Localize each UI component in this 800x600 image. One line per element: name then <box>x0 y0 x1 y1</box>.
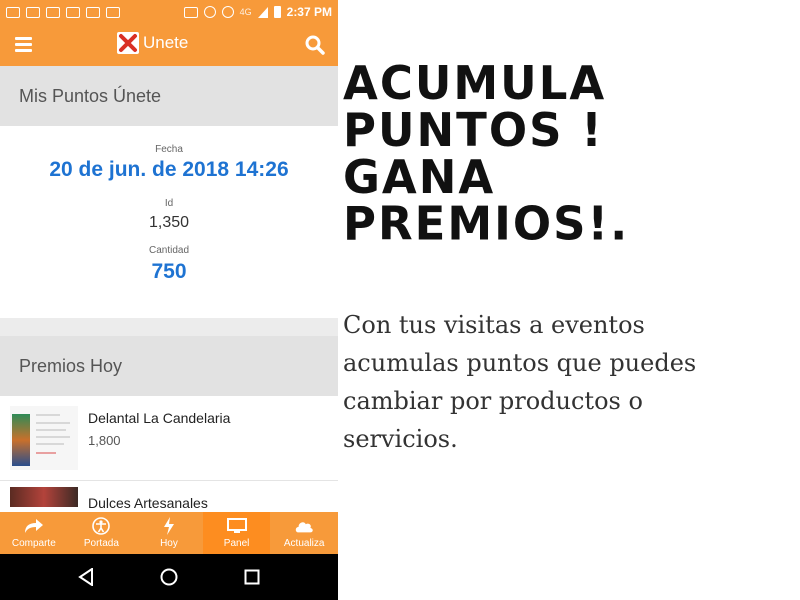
nav-portada-label: Portada <box>83 538 119 549</box>
main-content: Mis Puntos Únete Fecha 20 de jun. de 201… <box>0 66 338 512</box>
id-label: Id <box>164 198 174 209</box>
prize-list-item[interactable]: Delantal La Candelaria 1,800 <box>0 396 338 481</box>
image-notification-icon <box>86 6 100 18</box>
phone-screen: 4G 2:37 PM Unete Mis Puntos Únete Fecha … <box>0 0 338 600</box>
promo-description: Con tus visitas a eventos acumulas punto… <box>343 311 697 453</box>
id-value: 1,350 <box>148 214 190 231</box>
calendar-notification-icon <box>26 6 40 18</box>
monitor-icon <box>226 517 247 535</box>
app-title: Unete <box>117 32 188 54</box>
section-divider <box>0 318 338 336</box>
status-bar: 4G 2:37 PM <box>0 0 338 24</box>
home-icon[interactable] <box>160 568 178 586</box>
nav-panel-label: Panel <box>223 538 250 549</box>
alarm-icon <box>203 6 216 18</box>
nav-actualiza-label: Actualiza <box>283 538 325 549</box>
nav-panel[interactable]: Panel <box>202 512 271 554</box>
battery-icon <box>273 6 281 18</box>
share-icon <box>24 517 44 535</box>
gmail-notification-icon-2 <box>66 6 80 18</box>
prize-name: Delantal La Candelaria <box>88 410 231 426</box>
recents-icon[interactable] <box>243 568 261 586</box>
cast-icon <box>183 6 198 18</box>
nav-portada[interactable]: Portada <box>68 512 136 554</box>
search-icon[interactable] <box>305 35 325 55</box>
video-notification-icon <box>106 6 120 18</box>
chat-notification-icon <box>6 6 20 18</box>
app-title-text: Unete <box>143 33 189 52</box>
unete-logo-icon <box>117 32 139 54</box>
promo-title-line: PREMIOS!. <box>343 196 630 251</box>
points-card: Fecha 20 de jun. de 2018 14:26 Id 1,350 … <box>0 126 338 318</box>
promo-title-line: PUNTOS ! <box>343 103 604 158</box>
nav-comparte[interactable]: Comparte <box>0 512 68 554</box>
prize-thumbnail <box>10 487 78 507</box>
hamburger-menu-icon[interactable] <box>15 37 32 52</box>
fecha-label: Fecha <box>155 144 183 155</box>
bottom-navigation: Comparte Portada Hoy Panel Actualiza <box>0 512 338 554</box>
lightning-icon <box>159 517 179 535</box>
wifi-icon <box>221 6 234 18</box>
prizes-section-header: Premios Hoy <box>0 336 338 396</box>
promo-title: ACUMULA PUNTOS ! GANA PREMIOS!. <box>343 60 783 248</box>
nav-hoy-label: Hoy <box>160 538 178 549</box>
back-icon[interactable] <box>77 568 95 586</box>
system-navigation-bar <box>0 554 338 600</box>
nav-comparte-label: Comparte <box>11 538 56 549</box>
points-section-header: Mis Puntos Únete <box>0 66 338 126</box>
cloud-icon <box>294 517 314 535</box>
prize-thumbnail <box>10 406 78 470</box>
gmail-notification-icon <box>46 6 60 18</box>
promo-title-line: GANA <box>343 149 496 204</box>
clock: 2:37 PM <box>286 5 332 19</box>
nav-actualiza[interactable]: Actualiza <box>270 512 338 554</box>
promo-title-line: ACUMULA <box>343 56 607 111</box>
signal-icon <box>257 6 268 18</box>
person-icon <box>91 517 111 535</box>
prize-points: 1,800 <box>88 433 121 448</box>
app-bar: Unete <box>0 24 338 66</box>
prize-name: Dulces Artesanales <box>88 495 208 511</box>
cantidad-label: Cantidad <box>148 245 190 256</box>
prize-list-item[interactable]: Dulces Artesanales <box>0 481 338 512</box>
network-type: 4G <box>239 7 252 17</box>
fecha-value: 20 de jun. de 2018 14:26 <box>49 158 289 181</box>
cantidad-value: 750 <box>151 260 187 283</box>
nav-hoy[interactable]: Hoy <box>135 512 203 554</box>
